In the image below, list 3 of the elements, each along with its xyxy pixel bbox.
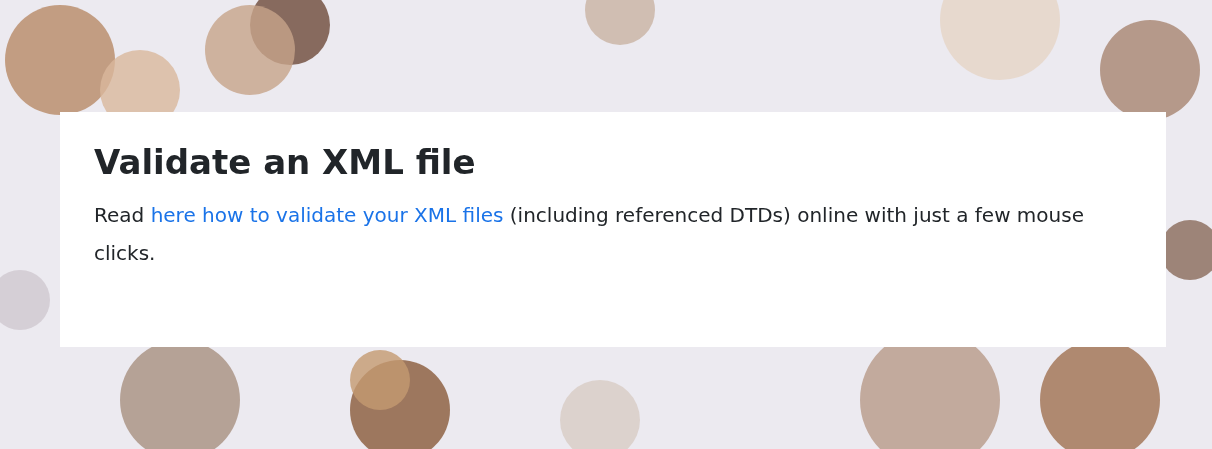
card-paragraph: Read here how to validate your XML files (including referenced DTDs) online with just a few mouse clicks. [94, 202, 1085, 267]
card-title: Validate an XML file [94, 142, 477, 182]
validate-link[interactable]: here how to validate your XML files [150, 203, 504, 227]
